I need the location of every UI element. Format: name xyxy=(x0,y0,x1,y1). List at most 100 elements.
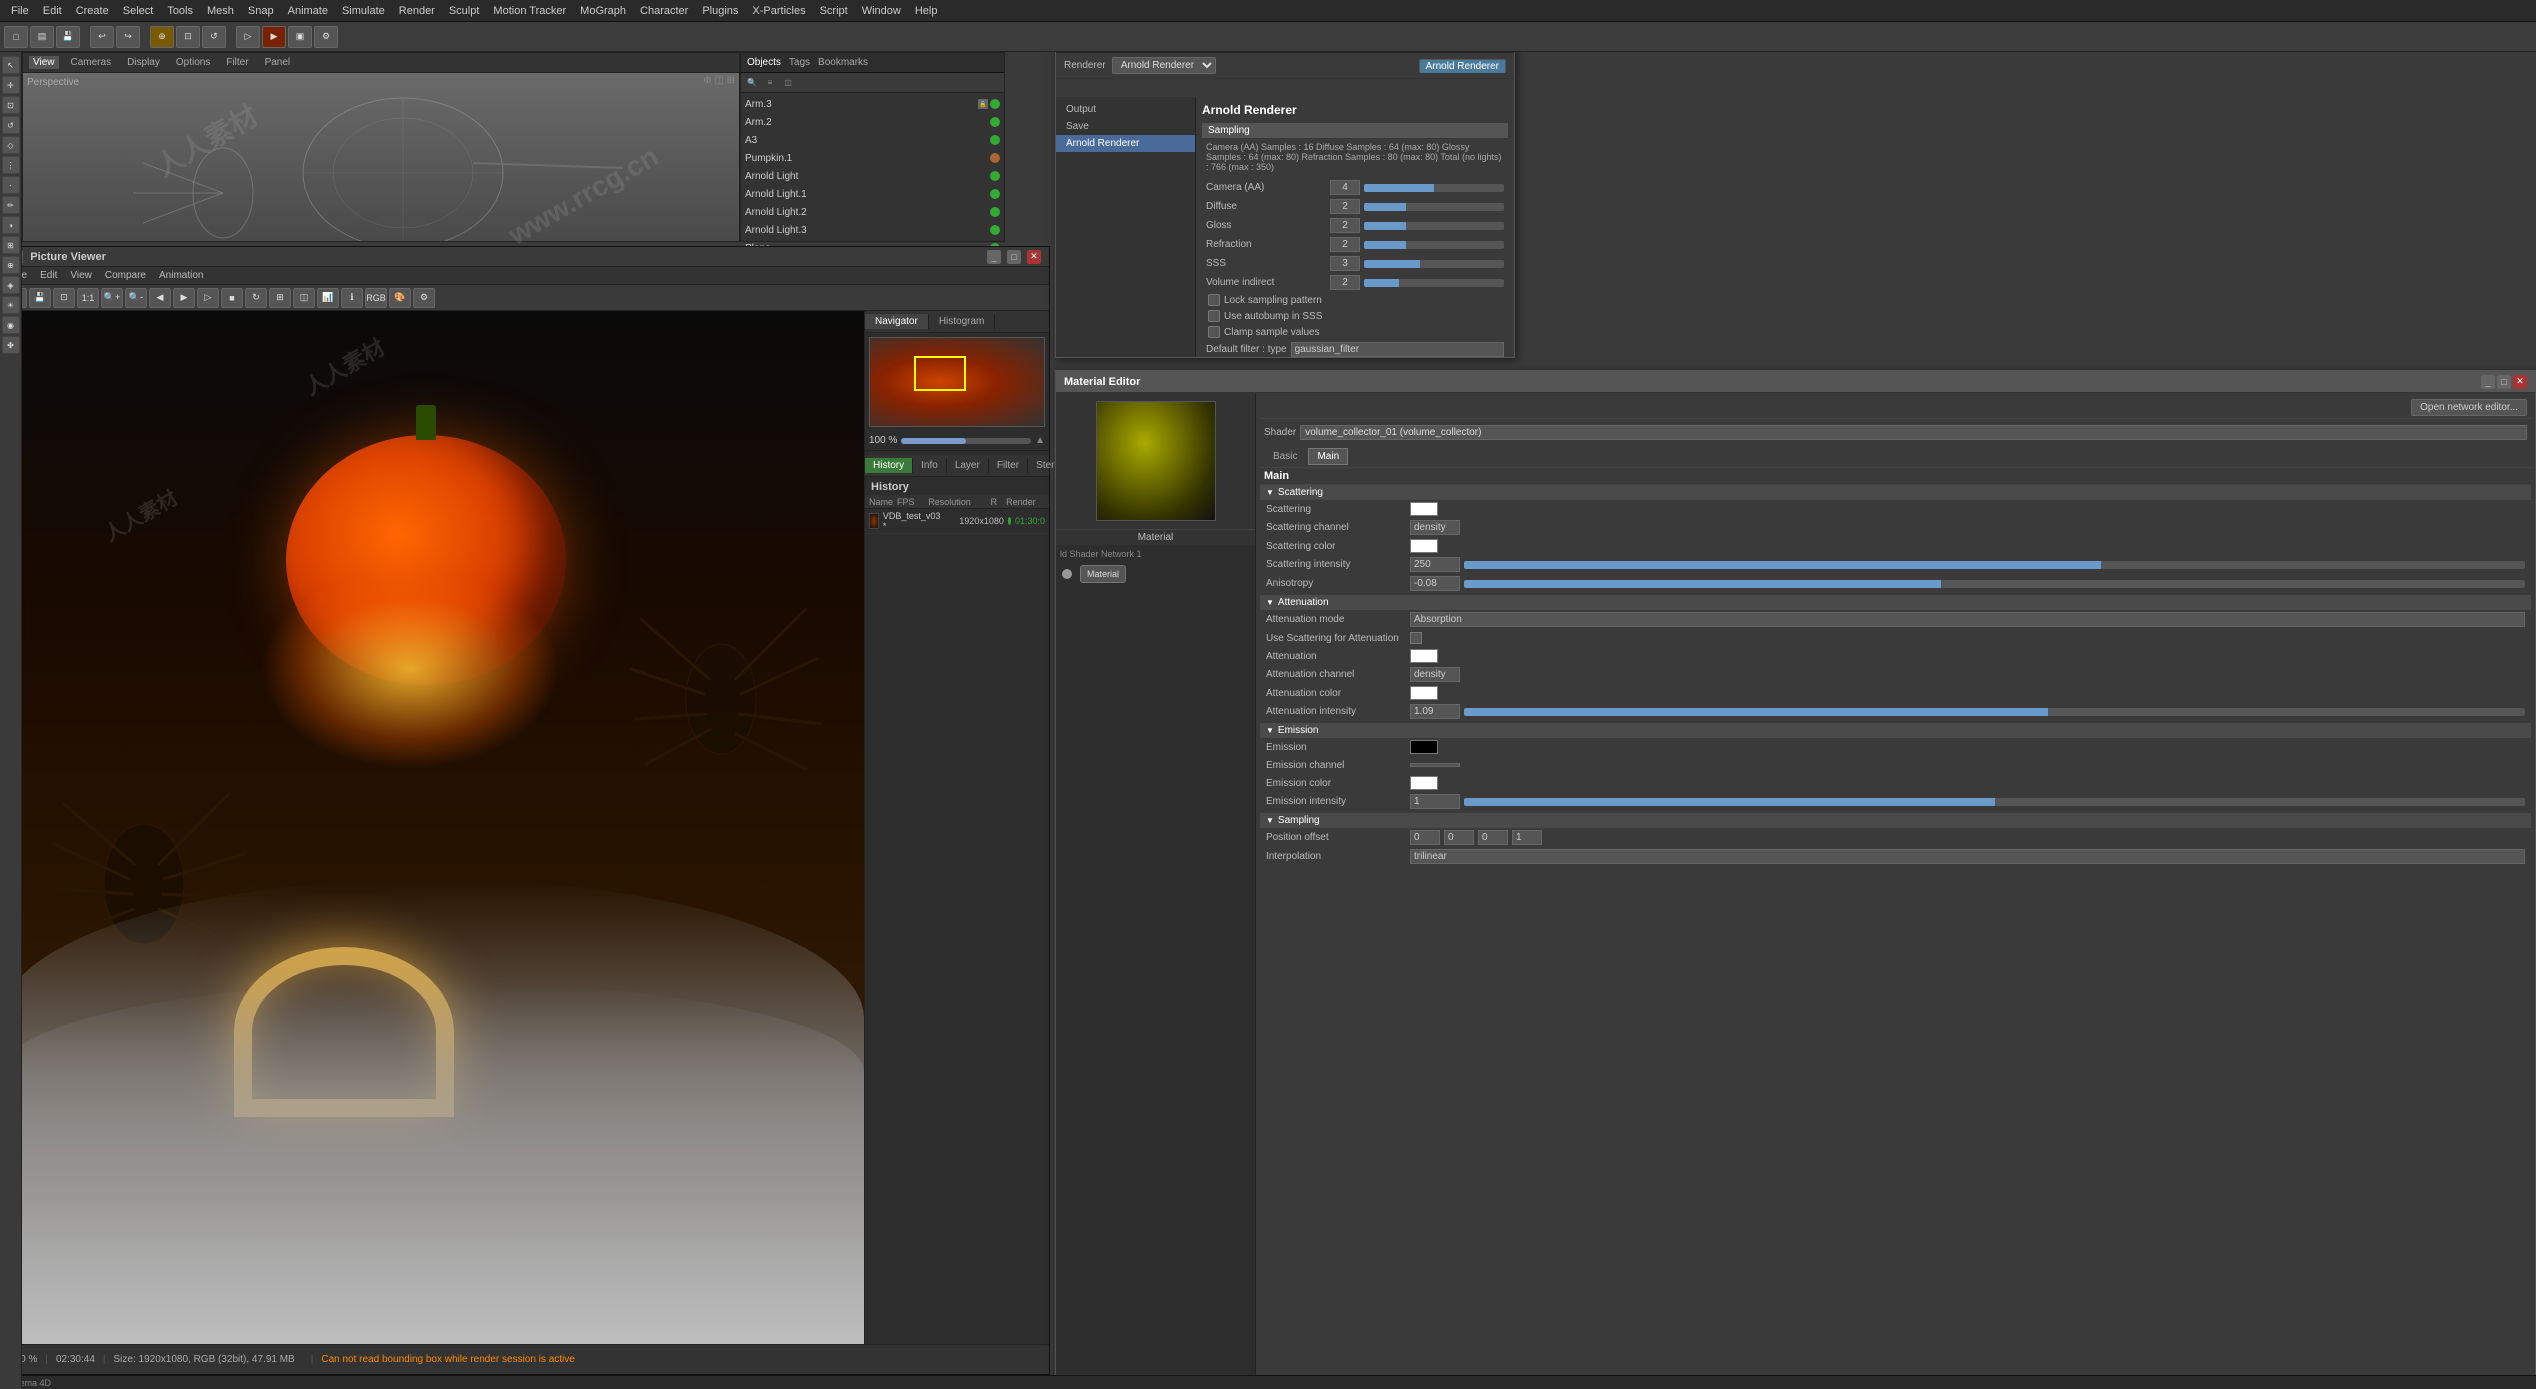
pv-tb-zoom-fit[interactable]: ⊡ xyxy=(53,288,75,308)
menu-plugins[interactable]: Plugins xyxy=(695,3,745,19)
tool-camera[interactable]: ◈ xyxy=(2,276,20,294)
me-color-emission[interactable] xyxy=(1410,740,1438,754)
menu-mograph[interactable]: MoGraph xyxy=(573,3,633,19)
rs-prop-val-camera-aa[interactable]: 4 xyxy=(1330,180,1360,195)
me-minimize[interactable]: _ xyxy=(2481,375,2495,389)
vp-tab-panel[interactable]: Panel xyxy=(261,56,295,69)
me-color-attenuation-color[interactable] xyxy=(1410,686,1438,700)
om-dot-vis2[interactable] xyxy=(990,117,1000,127)
tool-move[interactable]: ✛ xyxy=(2,76,20,94)
om-row-arm3[interactable]: Arm.3 🔒 xyxy=(741,95,1004,113)
tb-render-settings[interactable]: ⚙ xyxy=(314,26,338,48)
om-icon-lock[interactable]: 🔒 xyxy=(978,99,988,109)
om-dot-vis7[interactable] xyxy=(990,207,1000,217)
me-color-scattering-color[interactable] xyxy=(1410,539,1438,553)
tb-new[interactable]: □ xyxy=(4,26,28,48)
menu-edit[interactable]: Edit xyxy=(36,3,69,19)
rs-cb-lock-input[interactable] xyxy=(1208,294,1220,306)
pv-tb-compare[interactable]: ⊞ xyxy=(269,288,291,308)
me-val-pos-offset-z[interactable]: 0 xyxy=(1478,830,1508,845)
om-row-a3[interactable]: A3 xyxy=(741,131,1004,149)
me-slider-scattering-intensity[interactable] xyxy=(1464,561,2525,569)
om-dot-vis3[interactable] xyxy=(990,135,1000,145)
pv-tb-channels[interactable]: RGB xyxy=(365,288,387,308)
om-group[interactable]: ◫ xyxy=(780,75,796,91)
rs-cb-autobump-input[interactable] xyxy=(1208,310,1220,322)
om-filter[interactable]: ≡ xyxy=(762,75,778,91)
tb-render-region[interactable]: ▣ xyxy=(288,26,312,48)
rs-prop-val-refraction[interactable]: 2 xyxy=(1330,237,1360,252)
rs-prop-bar-gloss[interactable] xyxy=(1364,222,1504,230)
me-dropdown-interpolation[interactable]: trilinear xyxy=(1410,849,2525,864)
menu-script[interactable]: Script xyxy=(813,3,855,19)
vp-tab-cameras[interactable]: Cameras xyxy=(67,56,116,69)
pv-tb-lut[interactable]: 🎨 xyxy=(389,288,411,308)
pv-menu-animation[interactable]: Animation xyxy=(153,269,209,282)
me-open-network-btn[interactable]: Open network editor... xyxy=(2411,399,2527,416)
me-dropdown-attenuation-mode[interactable]: Absorption xyxy=(1410,612,2525,627)
om-row-alight4[interactable]: Arnold Light.3 xyxy=(741,221,1004,239)
me-val-anisotropy[interactable]: -0.08 xyxy=(1410,576,1460,591)
me-material-preview[interactable] xyxy=(1096,401,1216,521)
rs-cb-clamp-input[interactable] xyxy=(1208,326,1220,338)
rs-nav-save[interactable]: Save xyxy=(1056,118,1195,135)
rs-prop-val-sss[interactable]: 3 xyxy=(1330,256,1360,271)
me-section-attenuation-header[interactable]: Attenuation xyxy=(1260,595,2531,610)
om-dot-vis8[interactable] xyxy=(990,225,1000,235)
pv-navigator-preview[interactable] xyxy=(869,337,1045,427)
pv-tb-prev[interactable]: ◀ xyxy=(149,288,171,308)
pv-tb-zoom-1[interactable]: 1:1 xyxy=(77,288,99,308)
me-slider-anisotropy[interactable] xyxy=(1464,580,2525,588)
menu-animate[interactable]: Animate xyxy=(281,3,335,19)
pv-hist-tab-filter[interactable]: Filter xyxy=(989,458,1028,473)
vp-tab-options[interactable]: Options xyxy=(172,56,214,69)
tool-axis[interactable]: ⊕ xyxy=(2,256,20,274)
pv-image-area[interactable] xyxy=(1,311,864,1344)
rs-prop-bar-volume[interactable] xyxy=(1364,279,1504,287)
me-val-emission-channel[interactable] xyxy=(1410,763,1460,767)
me-val-attenuation-intensity[interactable]: 1.09 xyxy=(1410,704,1460,719)
pv-tb-save[interactable]: 💾 xyxy=(29,288,51,308)
menu-character[interactable]: Character xyxy=(633,3,695,19)
tb-render[interactable]: ▶ xyxy=(262,26,286,48)
me-maximize[interactable]: □ xyxy=(2497,375,2511,389)
menu-tools[interactable]: Tools xyxy=(160,3,200,19)
rs-prop-val-volume[interactable]: 2 xyxy=(1330,275,1360,290)
me-cb-use-scatter-atten[interactable] xyxy=(1410,632,1422,644)
pv-minimize[interactable]: _ xyxy=(987,250,1001,264)
om-row-alight1[interactable]: Arnold Light xyxy=(741,167,1004,185)
pv-tb-zoom-out[interactable]: 🔍- xyxy=(125,288,147,308)
rs-section-sampling[interactable]: Sampling xyxy=(1202,123,1508,138)
history-row-0[interactable]: VDB_test_v03 * 1920x1080 01:30:0 xyxy=(865,509,1049,534)
pv-tb-stop[interactable]: ■ xyxy=(221,288,243,308)
menu-create[interactable]: Create xyxy=(69,3,116,19)
pv-nav-tab-navigator[interactable]: Navigator xyxy=(865,314,929,329)
rs-prop-bar-sss[interactable] xyxy=(1364,260,1504,268)
me-slider-attenuation-intensity[interactable] xyxy=(1464,708,2525,716)
menu-render[interactable]: Render xyxy=(392,3,442,19)
rs-filter-type-value[interactable]: gaussian_filter xyxy=(1291,342,1504,357)
menu-help[interactable]: Help xyxy=(908,3,945,19)
pv-maximize[interactable]: □ xyxy=(1007,250,1021,264)
om-row-pumpkin[interactable]: Pumpkin.1 xyxy=(741,149,1004,167)
tool-edge[interactable]: ⋮ xyxy=(2,156,20,174)
me-section-emission-header[interactable]: Emission xyxy=(1260,723,2531,738)
menu-snap[interactable]: Snap xyxy=(241,3,281,19)
me-section-sampling-header[interactable]: Sampling xyxy=(1260,813,2531,828)
tool-rigging[interactable]: ✤ xyxy=(2,336,20,354)
me-val-attenuation-channel[interactable]: density xyxy=(1410,667,1460,682)
me-val-pos-offset-w[interactable]: 1 xyxy=(1512,830,1542,845)
nav-indicator[interactable] xyxy=(914,356,966,391)
pv-tb-next[interactable]: ▶ xyxy=(173,288,195,308)
tb-redo[interactable]: ↪ xyxy=(116,26,140,48)
tb-move[interactable]: ⊕ xyxy=(150,26,174,48)
tb-scale[interactable]: ⊡ xyxy=(176,26,200,48)
tool-scale[interactable]: ⊡ xyxy=(2,96,20,114)
tb-undo[interactable]: ↩ xyxy=(90,26,114,48)
menu-select[interactable]: Select xyxy=(116,3,161,19)
tb-open[interactable]: ▤ xyxy=(30,26,54,48)
menu-mesh[interactable]: Mesh xyxy=(200,3,241,19)
om-dot-vis4[interactable] xyxy=(990,153,1000,163)
menu-simulate[interactable]: Simulate xyxy=(335,3,392,19)
rs-prop-bar-camera-aa[interactable] xyxy=(1364,184,1504,192)
